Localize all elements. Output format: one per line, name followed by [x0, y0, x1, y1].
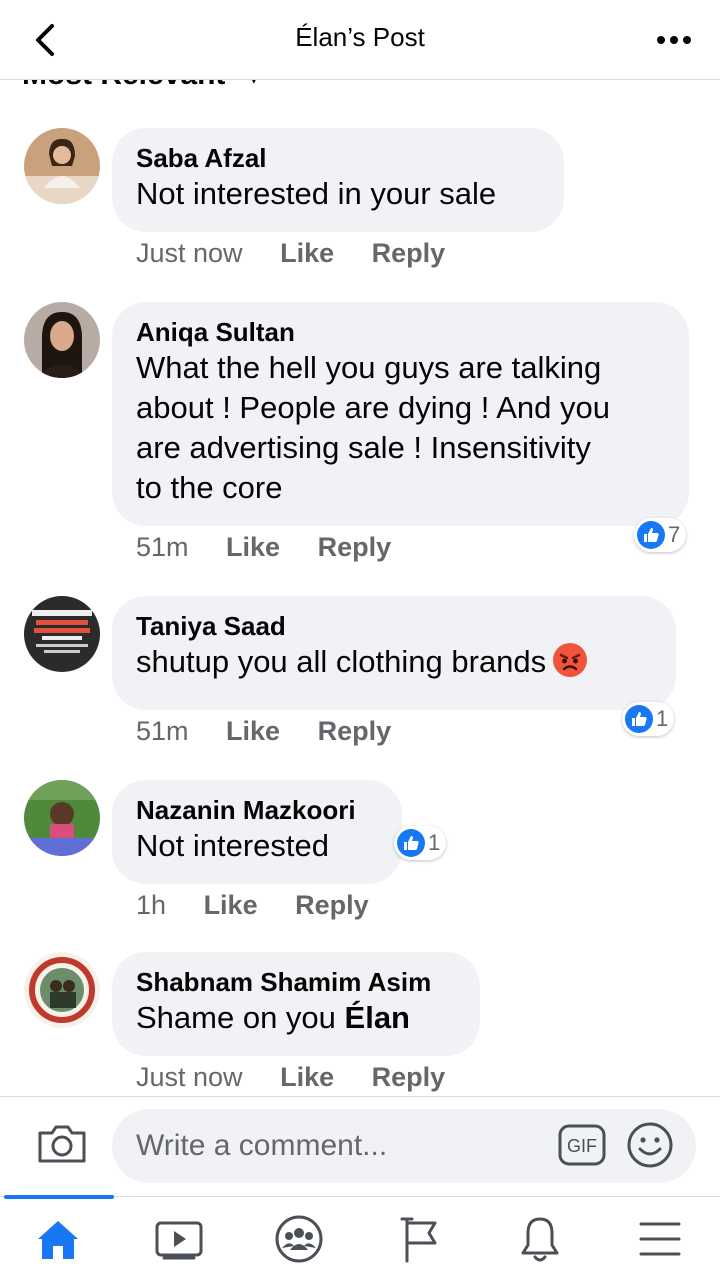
reaction-summary[interactable]: 1 [622, 702, 675, 736]
avatar[interactable] [24, 128, 100, 204]
reply-button[interactable]: Reply [295, 890, 369, 920]
reply-button[interactable]: Reply [318, 532, 392, 562]
reaction-count: 1 [428, 830, 441, 855]
like-button[interactable]: Like [204, 890, 258, 920]
tab-notifications[interactable] [510, 1211, 570, 1267]
comment-text-content: shutup you all clothing brands [136, 644, 547, 679]
avatar[interactable] [24, 302, 100, 378]
comment-text: shutup you all clothing brands [136, 642, 652, 682]
comment-actions: 51m Like Reply [136, 716, 421, 747]
comment-bubble[interactable]: Aniqa Sultan What the hell you guys are … [112, 302, 689, 526]
active-tab-indicator [4, 1195, 114, 1199]
comment-text-line: about ! People are dying ! And you [136, 390, 610, 425]
reply-button[interactable]: Reply [318, 716, 392, 746]
camera-icon [38, 1125, 86, 1163]
bottom-tab-bar [0, 1195, 720, 1280]
ellipsis-icon [657, 36, 691, 44]
top-bar: Élan’s Post [0, 0, 720, 80]
groups-icon [275, 1215, 323, 1263]
comment-time: 51m [136, 716, 189, 746]
tab-video[interactable] [149, 1211, 209, 1267]
like-button[interactable]: Like [226, 716, 280, 746]
notifications-bell-icon [521, 1217, 559, 1262]
reaction-summary[interactable]: 7 [634, 518, 687, 552]
avatar[interactable] [24, 952, 100, 1028]
comment-bubble[interactable]: Taniya Saad shutup you all clothing bran… [112, 596, 676, 710]
avatar[interactable] [24, 596, 100, 672]
reply-button[interactable]: Reply [372, 1062, 446, 1092]
like-reaction-icon [397, 829, 425, 857]
comment-text-content: Shame on you [136, 1000, 345, 1035]
menu-icon [639, 1222, 681, 1256]
comment-composer: GIF [0, 1096, 720, 1196]
like-button[interactable]: Like [280, 238, 334, 268]
comment-author[interactable]: Taniya Saad [136, 610, 652, 642]
comment-time: 1h [136, 890, 167, 920]
tab-groups[interactable] [269, 1211, 329, 1267]
like-button[interactable]: Like [280, 1062, 334, 1092]
angry-face-emoji-icon [553, 643, 588, 677]
tab-pages[interactable] [390, 1211, 450, 1267]
gif-button[interactable]: GIF [558, 1124, 606, 1166]
comment-text: Not interested [136, 828, 329, 863]
comment-time: Just now [136, 238, 243, 268]
camera-button[interactable] [36, 1121, 88, 1167]
emoji-button[interactable] [626, 1121, 674, 1169]
comments-list: Saba Afzal Not interested in your sale J… [0, 86, 720, 1096]
mention-link[interactable]: Élan [345, 1000, 410, 1035]
reaction-count: 7 [668, 522, 681, 547]
smiley-icon [627, 1122, 673, 1168]
comment-text: Not interested in your sale [136, 176, 497, 211]
like-reaction-icon [625, 705, 653, 733]
comment-bubble[interactable]: Saba Afzal Not interested in your sale [112, 128, 564, 232]
reaction-summary[interactable]: 1 [394, 826, 447, 860]
comment-actions: Just now Like Reply [136, 238, 475, 269]
comment-bubble[interactable]: Nazanin Mazkoori Not interested [112, 780, 402, 884]
comment-text-line: What the hell you guys are talking [136, 350, 602, 385]
gif-label: GIF [567, 1136, 597, 1156]
like-button[interactable]: Like [226, 532, 280, 562]
reply-button[interactable]: Reply [372, 238, 446, 268]
comment-text-line: are advertising sale ! Insensitivity [136, 430, 591, 465]
like-reaction-icon [637, 521, 665, 549]
comment-actions: 1h Like Reply [136, 890, 399, 921]
comment-bubble[interactable]: Shabnam Shamim Asim Shame on you Élan [112, 952, 480, 1056]
more-options-button[interactable] [654, 26, 694, 54]
comment-author[interactable]: Aniqa Sultan [136, 316, 665, 348]
home-icon [38, 1221, 78, 1259]
comment-time: 51m [136, 532, 189, 562]
reaction-count: 1 [656, 706, 669, 731]
comment-author[interactable]: Saba Afzal [136, 142, 540, 174]
comment-text: Shame on you Élan [136, 998, 456, 1038]
tab-home[interactable] [28, 1211, 88, 1267]
video-icon [155, 1221, 203, 1260]
tab-menu[interactable] [630, 1211, 690, 1267]
comment-actions: 51m Like Reply [136, 532, 421, 563]
page-title: Élan’s Post [295, 22, 425, 52]
avatar[interactable] [24, 780, 100, 856]
comment-input[interactable] [112, 1109, 696, 1183]
comment-text-line: to the core [136, 470, 283, 505]
comment-time: Just now [136, 1062, 243, 1092]
pages-flag-icon [400, 1217, 437, 1263]
comment-author[interactable]: Nazanin Mazkoori [136, 794, 378, 826]
comment-author[interactable]: Shabnam Shamim Asim [136, 966, 456, 998]
comment-actions: Just now Like Reply [136, 1062, 475, 1093]
